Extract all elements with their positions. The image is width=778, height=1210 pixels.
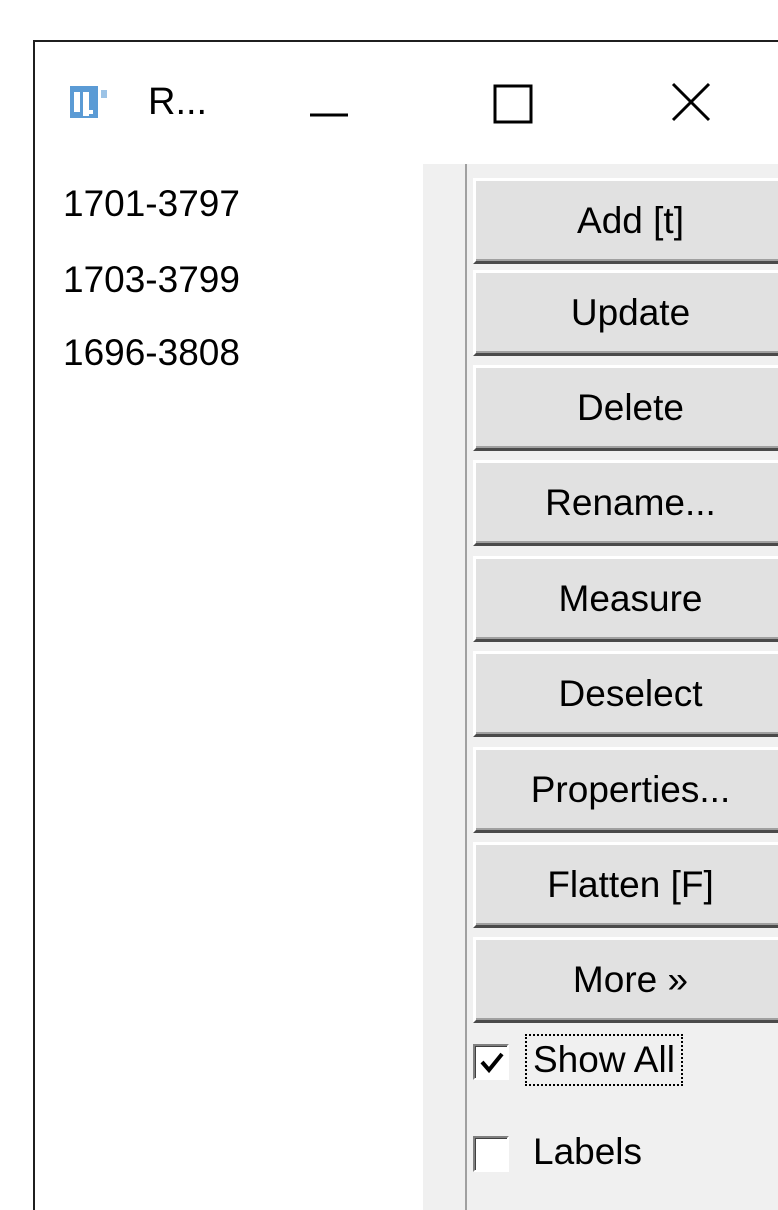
imagej-icon [70, 82, 110, 122]
list-item[interactable]: 1703-3799 [63, 258, 240, 302]
more-button[interactable]: More » [473, 937, 778, 1023]
add-button[interactable]: Add [t] [473, 178, 778, 264]
rename-button[interactable]: Rename... [473, 460, 778, 546]
checkmark-icon [480, 1052, 504, 1074]
show-all-checkbox[interactable] [473, 1044, 509, 1080]
labels-row[interactable]: Labels [473, 1124, 778, 1180]
title-bar[interactable]: R... [35, 42, 778, 164]
update-button[interactable]: Update [473, 270, 778, 356]
labels-label[interactable]: Labels [527, 1128, 648, 1176]
window-title: R... [148, 81, 208, 123]
deselect-button[interactable]: Deselect [473, 651, 778, 737]
list-item[interactable]: 1701-3797 [63, 182, 240, 226]
maximize-icon [493, 84, 533, 124]
roi-manager-window: R... 1701-3797 1703-3799 1696-3808 Add [… [33, 40, 778, 1210]
close-icon [671, 82, 711, 122]
measure-button[interactable]: Measure [473, 556, 778, 642]
show-all-label[interactable]: Show All [525, 1034, 683, 1086]
maximize-button[interactable] [475, 62, 565, 142]
properties-button[interactable]: Properties... [473, 747, 778, 833]
flatten-button[interactable]: Flatten [F] [473, 842, 778, 928]
list-item[interactable]: 1696-3808 [63, 331, 240, 375]
show-all-row[interactable]: Show All [473, 1032, 778, 1088]
roi-list[interactable]: 1701-3797 1703-3799 1696-3808 [35, 164, 423, 1210]
button-panel: Add [t] Update Delete Rename... Measure … [465, 164, 778, 1210]
minimize-button[interactable] [285, 62, 375, 142]
close-button[interactable] [655, 62, 745, 142]
delete-button[interactable]: Delete [473, 365, 778, 451]
list-scroll-gutter [423, 164, 465, 1210]
labels-checkbox[interactable] [473, 1136, 509, 1172]
minimize-icon [310, 113, 348, 117]
